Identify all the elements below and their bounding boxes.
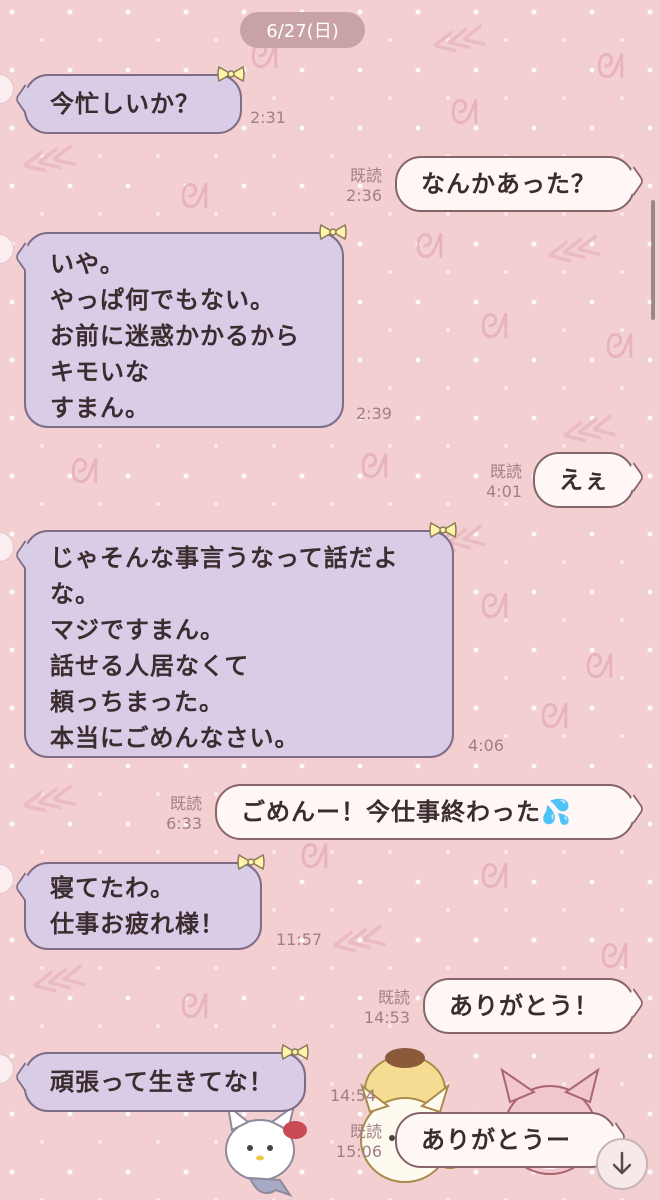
message-text-line: 話せる人居なくて xyxy=(50,652,250,680)
message-text-line: いや。 xyxy=(50,250,125,278)
message-text: 今忙しいか？ xyxy=(50,90,200,118)
message-time: 2:31 xyxy=(250,108,286,127)
message-text-line: じゃそんな事言うなって話だよ xyxy=(50,544,399,572)
message-meta: 既読 14:53 xyxy=(358,988,410,1028)
ribbon-bow-icon xyxy=(237,853,265,871)
message-text-line: すまん。 xyxy=(50,394,150,422)
message-meta: 既読 4:01 xyxy=(470,462,522,502)
message-time: 11:57 xyxy=(276,930,323,949)
sender-avatar[interactable] xyxy=(0,1054,14,1084)
message-bubble-incoming[interactable]: 寝てたわ。 仕事お疲れ様！ xyxy=(24,853,265,950)
scrollbar[interactable] xyxy=(651,200,655,320)
sweat-drops-emoji: 💦 xyxy=(541,798,572,826)
message-text-line: 本当にごめんなさい。 xyxy=(50,724,300,752)
sender-avatar[interactable] xyxy=(0,234,14,264)
read-receipt: 既読 xyxy=(489,462,522,481)
message-text: なんかあった？ xyxy=(421,170,596,198)
message-time: 4:06 xyxy=(468,736,504,755)
message-bubble-outgoing[interactable]: えぇ xyxy=(533,452,635,508)
message-text: ありがとうー xyxy=(421,1126,571,1154)
message-text-line: やっぱ何でもない。 xyxy=(50,286,275,314)
date-separator: 6/27(日) xyxy=(240,12,365,48)
message-bubble-outgoing[interactable]: ありがとうー xyxy=(395,1112,617,1168)
arrow-down-icon xyxy=(612,1151,632,1175)
message-time: 4:01 xyxy=(486,482,522,501)
message-meta: 既読 6:33 xyxy=(150,794,202,834)
date-label: 6/27(日) xyxy=(266,21,339,42)
ribbon-bow-icon xyxy=(429,521,457,539)
read-receipt: 既読 xyxy=(349,1122,382,1141)
read-receipt: 既読 xyxy=(349,166,382,185)
message-text: ごめんー！今仕事終わった xyxy=(241,798,541,826)
message-text: ありがとう！ xyxy=(449,992,599,1020)
message-text-line: 寝てたわ。 xyxy=(50,874,175,902)
message-time: 15:06 xyxy=(335,1142,382,1161)
sender-avatar[interactable] xyxy=(0,74,14,104)
message-bubble-incoming[interactable]: じゃそんな事言うなって話だよ な。 マジですまん。 話せる人居なくて 頼っちまっ… xyxy=(24,521,457,758)
message-text-line: マジですまん。 xyxy=(50,616,225,644)
message-time: 14:53 xyxy=(363,1008,410,1027)
message-meta: 既読 15:06 xyxy=(330,1122,382,1162)
message-text-line: お前に迷惑かかるから xyxy=(50,322,300,350)
read-receipt: 既読 xyxy=(377,988,410,1007)
message-time: 14:54 xyxy=(330,1086,377,1105)
message-bubble-incoming[interactable]: 頑張って生きてな！ xyxy=(24,1043,309,1112)
scroll-to-bottom-button[interactable] xyxy=(596,1138,648,1190)
message-text-line: な。 xyxy=(50,580,100,608)
message-bubble-outgoing[interactable]: ありがとう！ xyxy=(423,978,635,1034)
sender-avatar[interactable] xyxy=(0,532,14,562)
message-bubble-outgoing[interactable]: なんかあった？ xyxy=(395,156,635,212)
ribbon-bow-icon xyxy=(319,223,347,241)
message-time: 6:33 xyxy=(166,814,202,833)
kitten-character xyxy=(225,1103,307,1197)
message-text-line: 仕事お疲れ様！ xyxy=(50,910,225,938)
message-time: 2:39 xyxy=(356,404,392,423)
ribbon-bow-icon xyxy=(217,65,245,83)
sender-avatar[interactable] xyxy=(0,864,14,894)
message-bubble-incoming[interactable]: いや。 やっぱ何でもない。 お前に迷惑かかるから キモいな すまん。 xyxy=(24,223,347,428)
message-bubble-outgoing[interactable]: ごめんー！今仕事終わった💦 xyxy=(215,784,635,840)
message-bubble-incoming[interactable]: 今忙しいか？ xyxy=(24,65,245,134)
message-text: えぇ xyxy=(559,466,609,494)
message-text-line: 頼っちまった。 xyxy=(50,688,225,716)
message-time: 2:36 xyxy=(346,186,382,205)
message-text: 頑張って生きてな！ xyxy=(50,1068,274,1096)
read-receipt: 既読 xyxy=(169,794,202,813)
message-meta: 既読 2:36 xyxy=(330,166,382,206)
message-text-line: キモいな xyxy=(50,358,150,386)
ribbon-bow-icon xyxy=(281,1043,309,1061)
